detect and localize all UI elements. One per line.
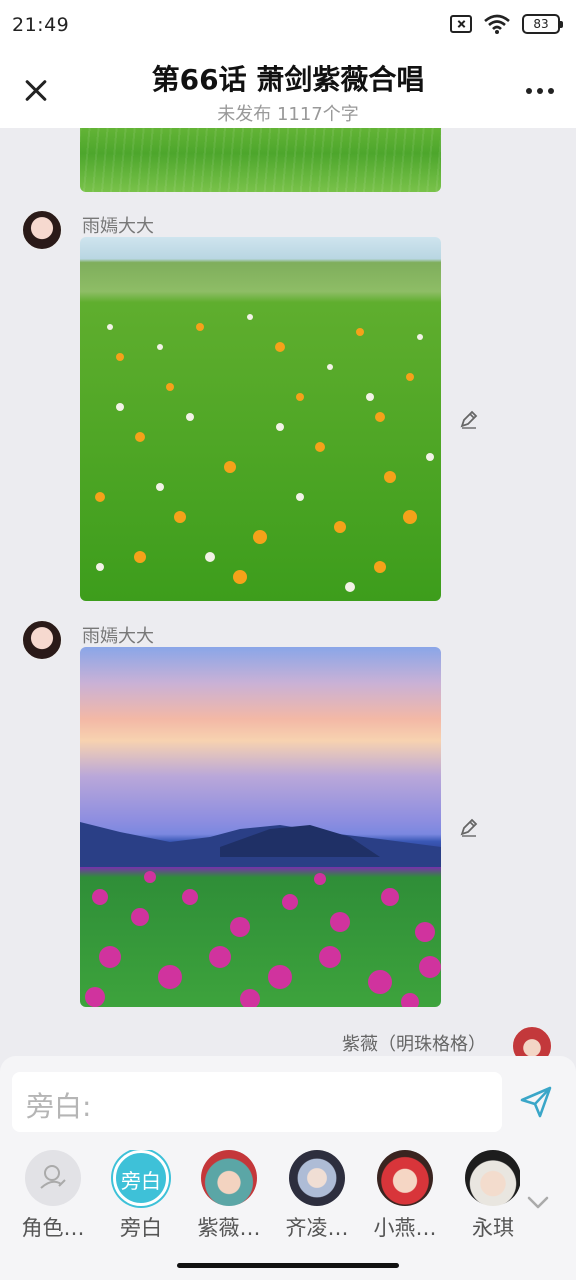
role-item-add[interactable]: 角色… <box>8 1150 98 1242</box>
wifi-icon <box>484 14 510 34</box>
avatar <box>465 1150 520 1206</box>
role-name: 永琪 <box>472 1216 514 1240</box>
avatar <box>377 1150 433 1206</box>
no-sim-icon <box>450 15 472 33</box>
narration-avatar: 旁白 <box>113 1150 169 1206</box>
message-image[interactable] <box>80 128 441 192</box>
role-item-xiaoyan[interactable]: 小燕… <box>360 1150 450 1242</box>
battery-icon: 83 <box>522 14 563 34</box>
role-name: 紫薇… <box>197 1216 261 1240</box>
avatar[interactable] <box>512 1026 552 1056</box>
role-name: 小燕… <box>373 1216 437 1240</box>
sunset-landscape <box>80 822 441 1007</box>
status-bar: 21:49 83 <box>0 0 576 52</box>
chevron-down-icon[interactable] <box>526 1190 550 1214</box>
edit-icon[interactable] <box>458 816 480 838</box>
role-item-narration[interactable]: 旁白 旁白 <box>96 1150 186 1242</box>
avatar[interactable] <box>22 620 62 660</box>
message-image[interactable] <box>80 237 441 601</box>
edit-icon[interactable] <box>458 408 480 430</box>
role-name: 齐凌… <box>285 1216 349 1240</box>
message-image[interactable] <box>80 647 441 1007</box>
message-sender: 雨嫣大大 <box>82 626 154 647</box>
more-icon[interactable] <box>526 88 554 94</box>
flower-field <box>95 314 434 592</box>
message-sender: 紫薇（明珠格格） <box>342 1034 486 1055</box>
message-sender: 雨嫣大大 <box>82 216 154 237</box>
role-selector: 角色… 旁白 旁白 紫薇… 齐凌… 小燕… 永琪 <box>0 1150 520 1246</box>
home-indicator[interactable] <box>177 1263 399 1268</box>
role-item-yongqi[interactable]: 永琪 <box>448 1150 520 1242</box>
compose-panel: 旁白: 角色… 旁白 旁白 紫薇… 齐凌… 小燕… 永琪 <box>0 1056 576 1280</box>
status-icons: 83 <box>450 14 563 34</box>
send-icon[interactable] <box>518 1084 554 1120</box>
role-item-qiling[interactable]: 齐凌… <box>272 1150 362 1242</box>
narration-avatar-text: 旁白 <box>121 1169 161 1193</box>
status-time: 21:49 <box>12 14 70 36</box>
role-name: 旁白 <box>120 1216 162 1240</box>
avatar[interactable] <box>22 210 62 250</box>
message-input[interactable]: 旁白: <box>12 1072 502 1132</box>
chat-area[interactable]: 雨嫣大大 雨嫣大大 紫薇（明珠格格） <box>0 128 576 1056</box>
avatar <box>289 1150 345 1206</box>
role-add-icon <box>25 1150 81 1206</box>
input-placeholder: 旁白: <box>26 1090 92 1123</box>
role-name: 角色… <box>21 1216 85 1240</box>
chapter-header: 第66话 萧剑紫薇合唱 未发布 1117个字 <box>0 52 576 128</box>
avatar <box>201 1150 257 1206</box>
chapter-title: 第66话 萧剑紫薇合唱 <box>151 63 425 96</box>
role-item-ziwei[interactable]: 紫薇… <box>184 1150 274 1242</box>
battery-level: 83 <box>533 17 549 31</box>
chapter-status: 未发布 1117个字 <box>217 104 359 125</box>
